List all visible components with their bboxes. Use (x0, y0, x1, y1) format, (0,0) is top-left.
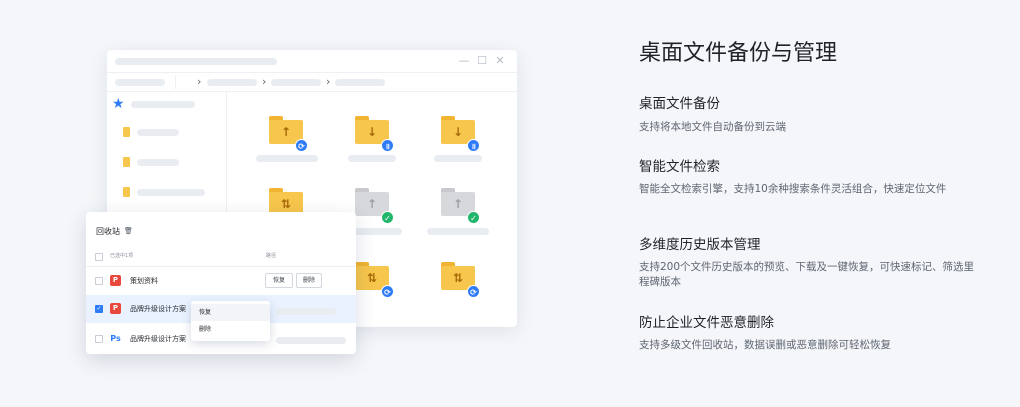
breadcrumb-placeholder[interactable] (335, 79, 385, 86)
select-all-checkbox[interactable] (95, 253, 103, 261)
sync-icon: ⟳ (295, 139, 308, 152)
chevron-right-icon: › (197, 75, 202, 88)
trash-icon: 🗑 (124, 227, 133, 235)
file-label-placeholder (256, 155, 318, 162)
context-menu-delete[interactable]: 删除 (191, 321, 270, 338)
ppt-file-icon: P (110, 303, 121, 314)
breadcrumb-placeholder[interactable] (207, 79, 257, 86)
sidebar-item-placeholder[interactable] (131, 101, 195, 108)
window-title-placeholder (115, 58, 277, 65)
sync-icon: ⟳ (381, 285, 394, 298)
feature-desc: 支持多级文件回收站，数据误删或恶意删除可轻松恢复 (639, 339, 891, 351)
check-icon: ✓ (381, 211, 394, 224)
folder-icon (123, 187, 130, 197)
row-checkbox-checked[interactable]: ✓ (95, 305, 103, 313)
column-header-path: 路径 (266, 253, 277, 259)
delete-button[interactable]: 删除 (296, 273, 322, 288)
table-row[interactable]: P 策划资料 恢复 删除 (86, 266, 356, 294)
path-placeholder (276, 308, 336, 315)
folder-icon (123, 157, 130, 167)
pause-icon: ॥ (381, 139, 394, 152)
chevron-right-icon: › (262, 75, 267, 88)
feature-desc: 支持200个文件历史版本的预览、下载及一键恢复，可快速标记、筛选里程碑版本 (639, 261, 975, 288)
restore-button[interactable]: 恢复 (265, 273, 293, 288)
selection-count: 已选中1项 (110, 253, 134, 259)
feature-desc: 支持将本地文件自动备份到云端 (639, 121, 786, 133)
address-bar: › › › (107, 72, 517, 92)
chevron-right-icon: › (326, 75, 331, 88)
window-titlebar: — ☐ ✕ (107, 50, 517, 72)
row-checkbox[interactable] (95, 277, 103, 285)
minimize-icon[interactable]: — (457, 54, 471, 68)
breadcrumb-placeholder[interactable] (271, 79, 321, 86)
feature-title: 桌面文件备份 (639, 96, 720, 112)
folder-icon (123, 127, 130, 137)
sidebar-item-placeholder[interactable] (137, 129, 179, 136)
file-label-placeholder (348, 155, 396, 162)
file-label-placeholder (427, 228, 489, 235)
sidebar-item-placeholder[interactable] (137, 189, 205, 196)
context-menu: 恢复 删除 (191, 301, 270, 341)
nav-placeholder (115, 79, 165, 86)
pause-icon: ॥ (467, 139, 480, 152)
feature-desc: 智能全文检索引擎，支持10余种搜索条件灵活组合，快速定位文件 (639, 183, 947, 195)
path-placeholder (276, 337, 346, 344)
table-header: 已选中1项 路径 (86, 250, 356, 265)
ppt-file-icon: P (110, 275, 121, 286)
file-label-placeholder (348, 228, 402, 235)
file-label-placeholder (434, 155, 482, 162)
file-name: 品牌升级设计方案 (130, 305, 186, 313)
check-icon: ✓ (467, 211, 480, 224)
feature-title: 多维度历史版本管理 (639, 237, 761, 253)
sync-icon: ⟳ (467, 285, 480, 298)
page-title: 桌面文件备份与管理 (639, 41, 838, 66)
feature-title: 防止企业文件恶意删除 (639, 315, 774, 331)
psd-file-icon: Ps (110, 334, 121, 343)
row-checkbox[interactable] (95, 335, 103, 343)
file-name: 品牌升级设计方案 (130, 335, 186, 343)
sidebar-item-placeholder[interactable] (137, 159, 179, 166)
context-menu-restore[interactable]: 恢复 (191, 304, 270, 321)
close-icon[interactable]: ✕ (493, 54, 507, 68)
recycle-bin-title: 回收站 (96, 227, 120, 236)
feature-title: 智能文件检索 (639, 159, 720, 175)
maximize-icon[interactable]: ☐ (475, 54, 489, 68)
star-icon[interactable]: ★ (112, 97, 125, 111)
file-name: 策划资料 (130, 277, 158, 285)
